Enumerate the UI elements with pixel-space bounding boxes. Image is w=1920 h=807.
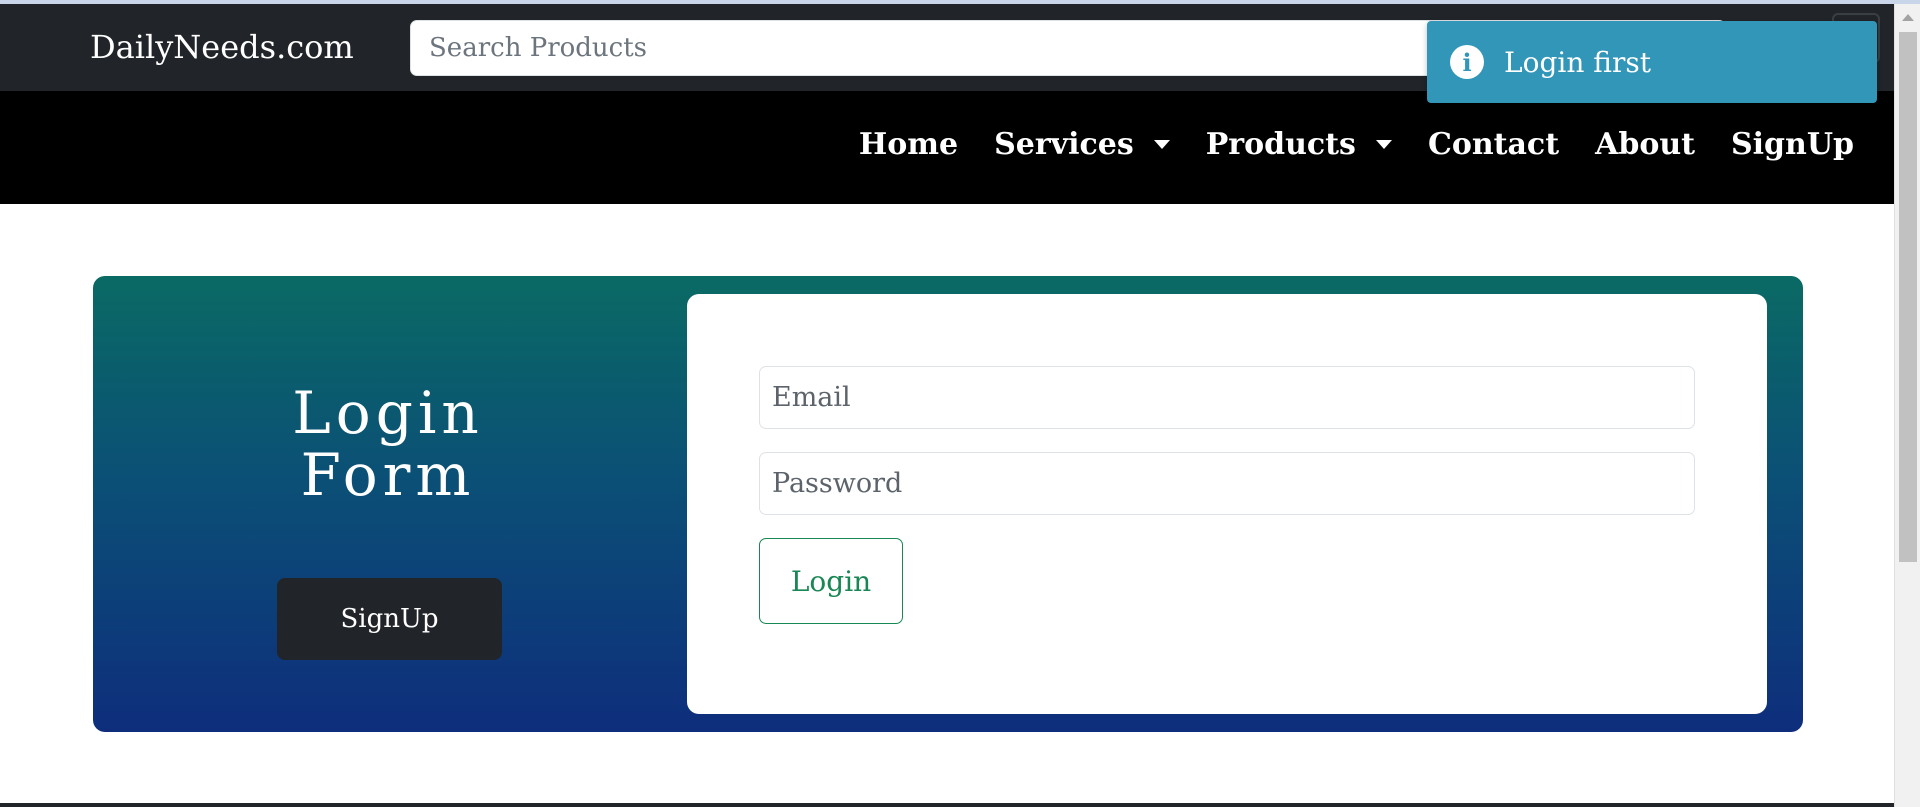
nav-item-about[interactable]: About bbox=[1595, 127, 1695, 162]
login-form-panel: Login bbox=[687, 294, 1767, 714]
email-field[interactable] bbox=[759, 366, 1695, 429]
title-line-2: Form bbox=[300, 441, 476, 509]
password-field[interactable] bbox=[759, 452, 1695, 515]
title-line-1: Login bbox=[292, 379, 484, 447]
vertical-scrollbar[interactable] bbox=[1894, 4, 1920, 807]
caret-down-icon bbox=[1375, 140, 1392, 149]
login-first-toast[interactable]: i Login first bbox=[1427, 21, 1877, 103]
footer-divider bbox=[0, 803, 1894, 807]
nav-item-label: Services bbox=[994, 127, 1134, 162]
nav-item-services[interactable]: Services bbox=[994, 127, 1170, 162]
nav-item-home[interactable]: Home bbox=[859, 127, 958, 162]
nav-item-label: Home bbox=[858, 127, 959, 162]
nav-links: Home Services Products Contact About Sig… bbox=[823, 127, 1854, 162]
nav-item-signup[interactable]: SignUp bbox=[1731, 127, 1854, 162]
main-navbar: Home Services Products Contact About Sig… bbox=[0, 91, 1894, 204]
nav-item-label: Contact bbox=[1427, 127, 1560, 162]
nav-item-label: About bbox=[1595, 127, 1695, 162]
nav-item-products[interactable]: Products bbox=[1206, 127, 1392, 162]
scrollbar-thumb[interactable] bbox=[1899, 32, 1917, 562]
login-card: Login Form SignUp Login bbox=[93, 276, 1803, 732]
signup-button[interactable]: SignUp bbox=[277, 578, 502, 660]
brand-logo[interactable]: DailyNeeds.com bbox=[90, 28, 354, 66]
login-button[interactable]: Login bbox=[759, 538, 903, 624]
scroll-up-arrow-icon[interactable] bbox=[1902, 14, 1914, 21]
info-icon: i bbox=[1450, 45, 1484, 79]
caret-down-icon bbox=[1153, 140, 1170, 149]
toast-message: Login first bbox=[1504, 45, 1651, 79]
nav-item-contact[interactable]: Contact bbox=[1428, 127, 1559, 162]
nav-item-label: SignUp bbox=[1731, 127, 1854, 162]
nav-item-label: Products bbox=[1205, 127, 1356, 162]
login-form-title: Login Form bbox=[93, 382, 683, 506]
